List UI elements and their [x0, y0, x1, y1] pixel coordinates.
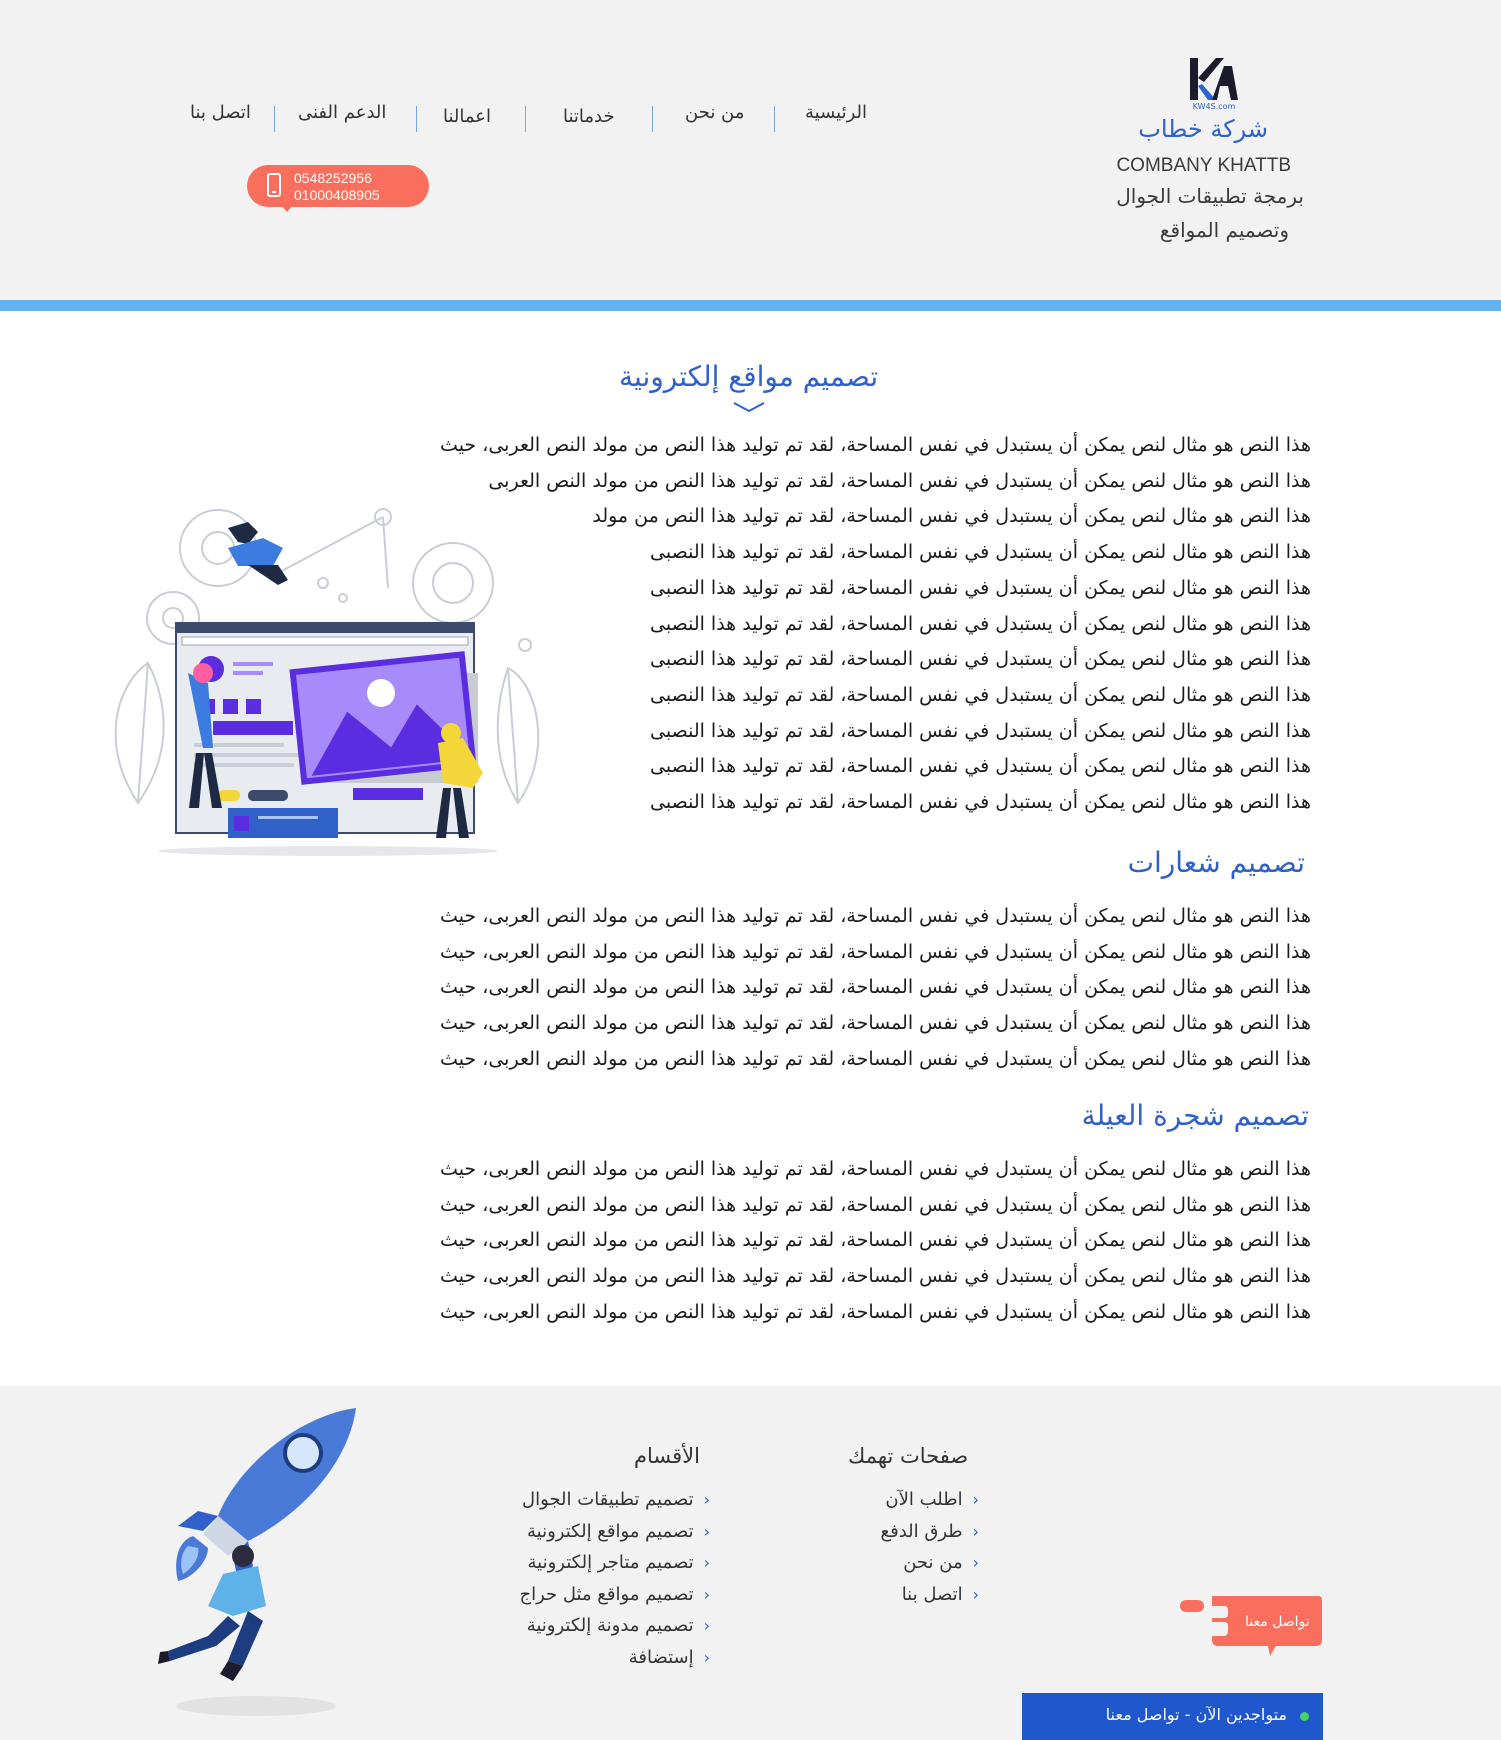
chevron-left-icon: ‹ [703, 1553, 710, 1573]
footer-category-blog[interactable]: ‹ تصميم مدونة إلكترونية [519, 1615, 710, 1647]
brand-name-en: COMBANY KHATTB [1116, 155, 1291, 176]
footer-link-label: تصميم متاجر إلكترونية [527, 1552, 694, 1574]
footer-pages-list: ‹ اطلب الآن ‹ طرق الدفع ‹ من نحن ‹ اتصل بنا [881, 1489, 979, 1615]
text-line: هذا النص هو مثال لنص يمكن أن يستبدل في ن… [650, 648, 1311, 671]
nav-support[interactable]: الدعم الفنى [298, 102, 386, 123]
text-line: هذا النص هو مثال لنص يمكن أن يستبدل في ن… [440, 1193, 1311, 1216]
text-line: هذا النص هو مثال لنص يمكن أن يستبدل في ن… [650, 719, 1311, 742]
nav-services[interactable]: خدماتنا [563, 106, 615, 127]
footer-link-label: اتصل بنا [901, 1583, 963, 1605]
footer-link-payment[interactable]: ‹ طرق الدفع [881, 1521, 979, 1553]
nav-divider [774, 106, 775, 132]
footer-category-hosting[interactable]: ‹ إستضافة [519, 1647, 710, 1679]
main-nav: الرئيسية من نحن خدماتنا اعمالنا الدعم ال… [180, 102, 880, 138]
footer-categories-list: ‹ تصميم تطبيقات الجوال ‹ تصميم مواقع إلكتر… [519, 1489, 710, 1679]
text-line: هذا النص هو مثال لنص يمكن أن يستبدل في ن… [488, 469, 1311, 492]
text-line: هذا النص هو مثال لنص يمكن أن يستبدل في ن… [440, 905, 1311, 927]
chevron-left-icon: ‹ [703, 1616, 710, 1636]
text-line: هذا النص هو مثال لنص يمكن أن يستبدل في ن… [440, 1012, 1311, 1035]
text-line: هذا النص هو مثال لنص يمكن أن يستبدل في ن… [592, 505, 1311, 528]
footer-link-label: من نحن [903, 1552, 963, 1574]
section-text-family-tree: هذا النص هو مثال لنص يمكن أن يستبدل في ن… [440, 1152, 1311, 1331]
text-line: هذا النص هو مثال لنص يمكن أن يستبدل في ن… [650, 612, 1311, 635]
logo-text: KW4S.com [1193, 102, 1236, 111]
brand-tagline-1: برمجة تطبيقات الجوال [1116, 184, 1304, 208]
text-line: هذا النص هو مثال لنص يمكن أن يستبدل في ن… [650, 791, 1311, 814]
footer-link-label: اطلب الآن [885, 1489, 963, 1510]
bubble-tail [279, 203, 295, 212]
footer-link-label: طرق الدفع [880, 1520, 963, 1542]
footer-category-haraj[interactable]: ‹ تصميم مواقع مثل حراج [519, 1584, 710, 1616]
chevron-left-icon: ‹ [972, 1584, 979, 1604]
text-line: هذا النص هو مثال لنص يمكن أن يستبدل في ن… [650, 576, 1311, 599]
site-header: KW4S.com شركة خطاب COMBANY KHATTB برمجة … [0, 0, 1501, 300]
chevron-left-icon: ‹ [972, 1521, 979, 1541]
phone-number-1: 0548252956 [294, 170, 372, 186]
nav-contact[interactable]: اتصل بنا [190, 102, 251, 123]
section-text-web-design: هذا النص هو مثال لنص يمكن أن يستبدل في ن… [440, 428, 1311, 821]
text-line: هذا النص هو مثال لنص يمكن أن يستبدل في ن… [440, 1265, 1311, 1288]
section-title-logo-design: تصميم شعارات [1127, 846, 1305, 879]
online-dot-icon [1300, 1712, 1309, 1721]
text-line: هذا النص هو مثال لنص يمكن أن يستبدل في ن… [650, 755, 1311, 778]
phone-number-2: 01000408905 [294, 187, 380, 203]
footer-category-stores[interactable]: ‹ تصميم متاجر إلكترونية [519, 1552, 710, 1584]
rocket-illustration [158, 1408, 356, 1716]
chevron-left-icon: ‹ [703, 1521, 710, 1541]
footer-category-mobile-apps[interactable]: ‹ تصميم تطبيقات الجوال [519, 1489, 710, 1521]
contact-bubble-label[interactable]: تواصل معنا [1245, 1614, 1310, 1630]
text-line: هذا النص هو مثال لنص يمكن أن يستبدل في ن… [440, 940, 1311, 963]
phone-badge[interactable]: 0548252956 01000408905 [247, 165, 429, 212]
nav-divider [525, 106, 526, 132]
nav-divider [652, 106, 653, 132]
nav-divider [274, 106, 275, 132]
footer-link-contact[interactable]: ‹ اتصل بنا [881, 1584, 979, 1616]
chevron-down-icon [733, 402, 765, 413]
footer-categories-title: الأقسام [634, 1444, 700, 1468]
chevron-left-icon: ‹ [703, 1584, 710, 1604]
nav-home[interactable]: الرئيسية [805, 102, 867, 123]
text-line: هذا النص هو مثال لنص يمكن أن يستبدل في ن… [440, 1047, 1311, 1070]
phone-icon [267, 173, 281, 197]
footer-pages-title: صفحات تهمك [848, 1444, 969, 1468]
section-text-logo-design: هذا النص هو مثال لنص يمكن أن يستبدل في ن… [440, 899, 1311, 1078]
text-line: هذا النص هو مثال لنص يمكن أن يستبدل في ن… [440, 1300, 1311, 1323]
kw4s-logo-icon[interactable]: KW4S.com [1186, 56, 1242, 112]
nav-divider [416, 106, 417, 132]
text-line: هذا النص هو مثال لنص يمكن أن يستبدل في ن… [650, 541, 1311, 564]
text-line: هذا النص هو مثال لنص يمكن أن يستبدل في ن… [440, 1229, 1311, 1252]
online-contact-bar[interactable]: متواجدين الآن - تواصل معنا [1022, 1693, 1323, 1740]
nav-about[interactable]: من نحن [685, 102, 744, 123]
text-line: هذا النص هو مثال لنص يمكن أن يستبدل في ن… [440, 434, 1311, 456]
web-design-illustration [114, 508, 540, 856]
chevron-left-icon: ‹ [703, 1647, 710, 1667]
chevron-left-icon: ‹ [972, 1490, 979, 1509]
footer-link-label: تصميم مواقع إلكترونية [527, 1520, 694, 1542]
footer-link-label: تصميم تطبيقات الجوال [522, 1489, 694, 1510]
section-title-web-design: تصميم مواقع إلكترونية [619, 360, 879, 393]
text-line: هذا النص هو مثال لنص يمكن أن يستبدل في ن… [440, 1158, 1311, 1180]
brand-tagline-2: وتصميم المواقع [1159, 218, 1289, 242]
footer-link-order-now[interactable]: ‹ اطلب الآن [881, 1489, 979, 1521]
header-accent-bar [0, 300, 1501, 311]
section-title-family-tree: تصميم شجرة العيلة [1081, 1099, 1309, 1132]
nav-works[interactable]: اعمالنا [443, 106, 491, 127]
brand-name[interactable]: شركة خطاب [1138, 115, 1268, 143]
online-bar-label: متواجدين الآن - تواصل معنا [1105, 1705, 1287, 1724]
footer-link-label: إستضافة [628, 1646, 694, 1668]
text-line: هذا النص هو مثال لنص يمكن أن يستبدل في ن… [650, 683, 1311, 706]
footer-link-label: تصميم مواقع مثل حراج [519, 1583, 694, 1605]
footer-link-about[interactable]: ‹ من نحن [881, 1552, 979, 1584]
text-line: هذا النص هو مثال لنص يمكن أن يستبدل في ن… [440, 976, 1311, 999]
footer-link-label: تصميم مدونة إلكترونية [526, 1615, 694, 1637]
footer-category-websites[interactable]: ‹ تصميم مواقع إلكترونية [519, 1521, 710, 1553]
chevron-left-icon: ‹ [972, 1553, 979, 1573]
chevron-left-icon: ‹ [703, 1490, 710, 1509]
